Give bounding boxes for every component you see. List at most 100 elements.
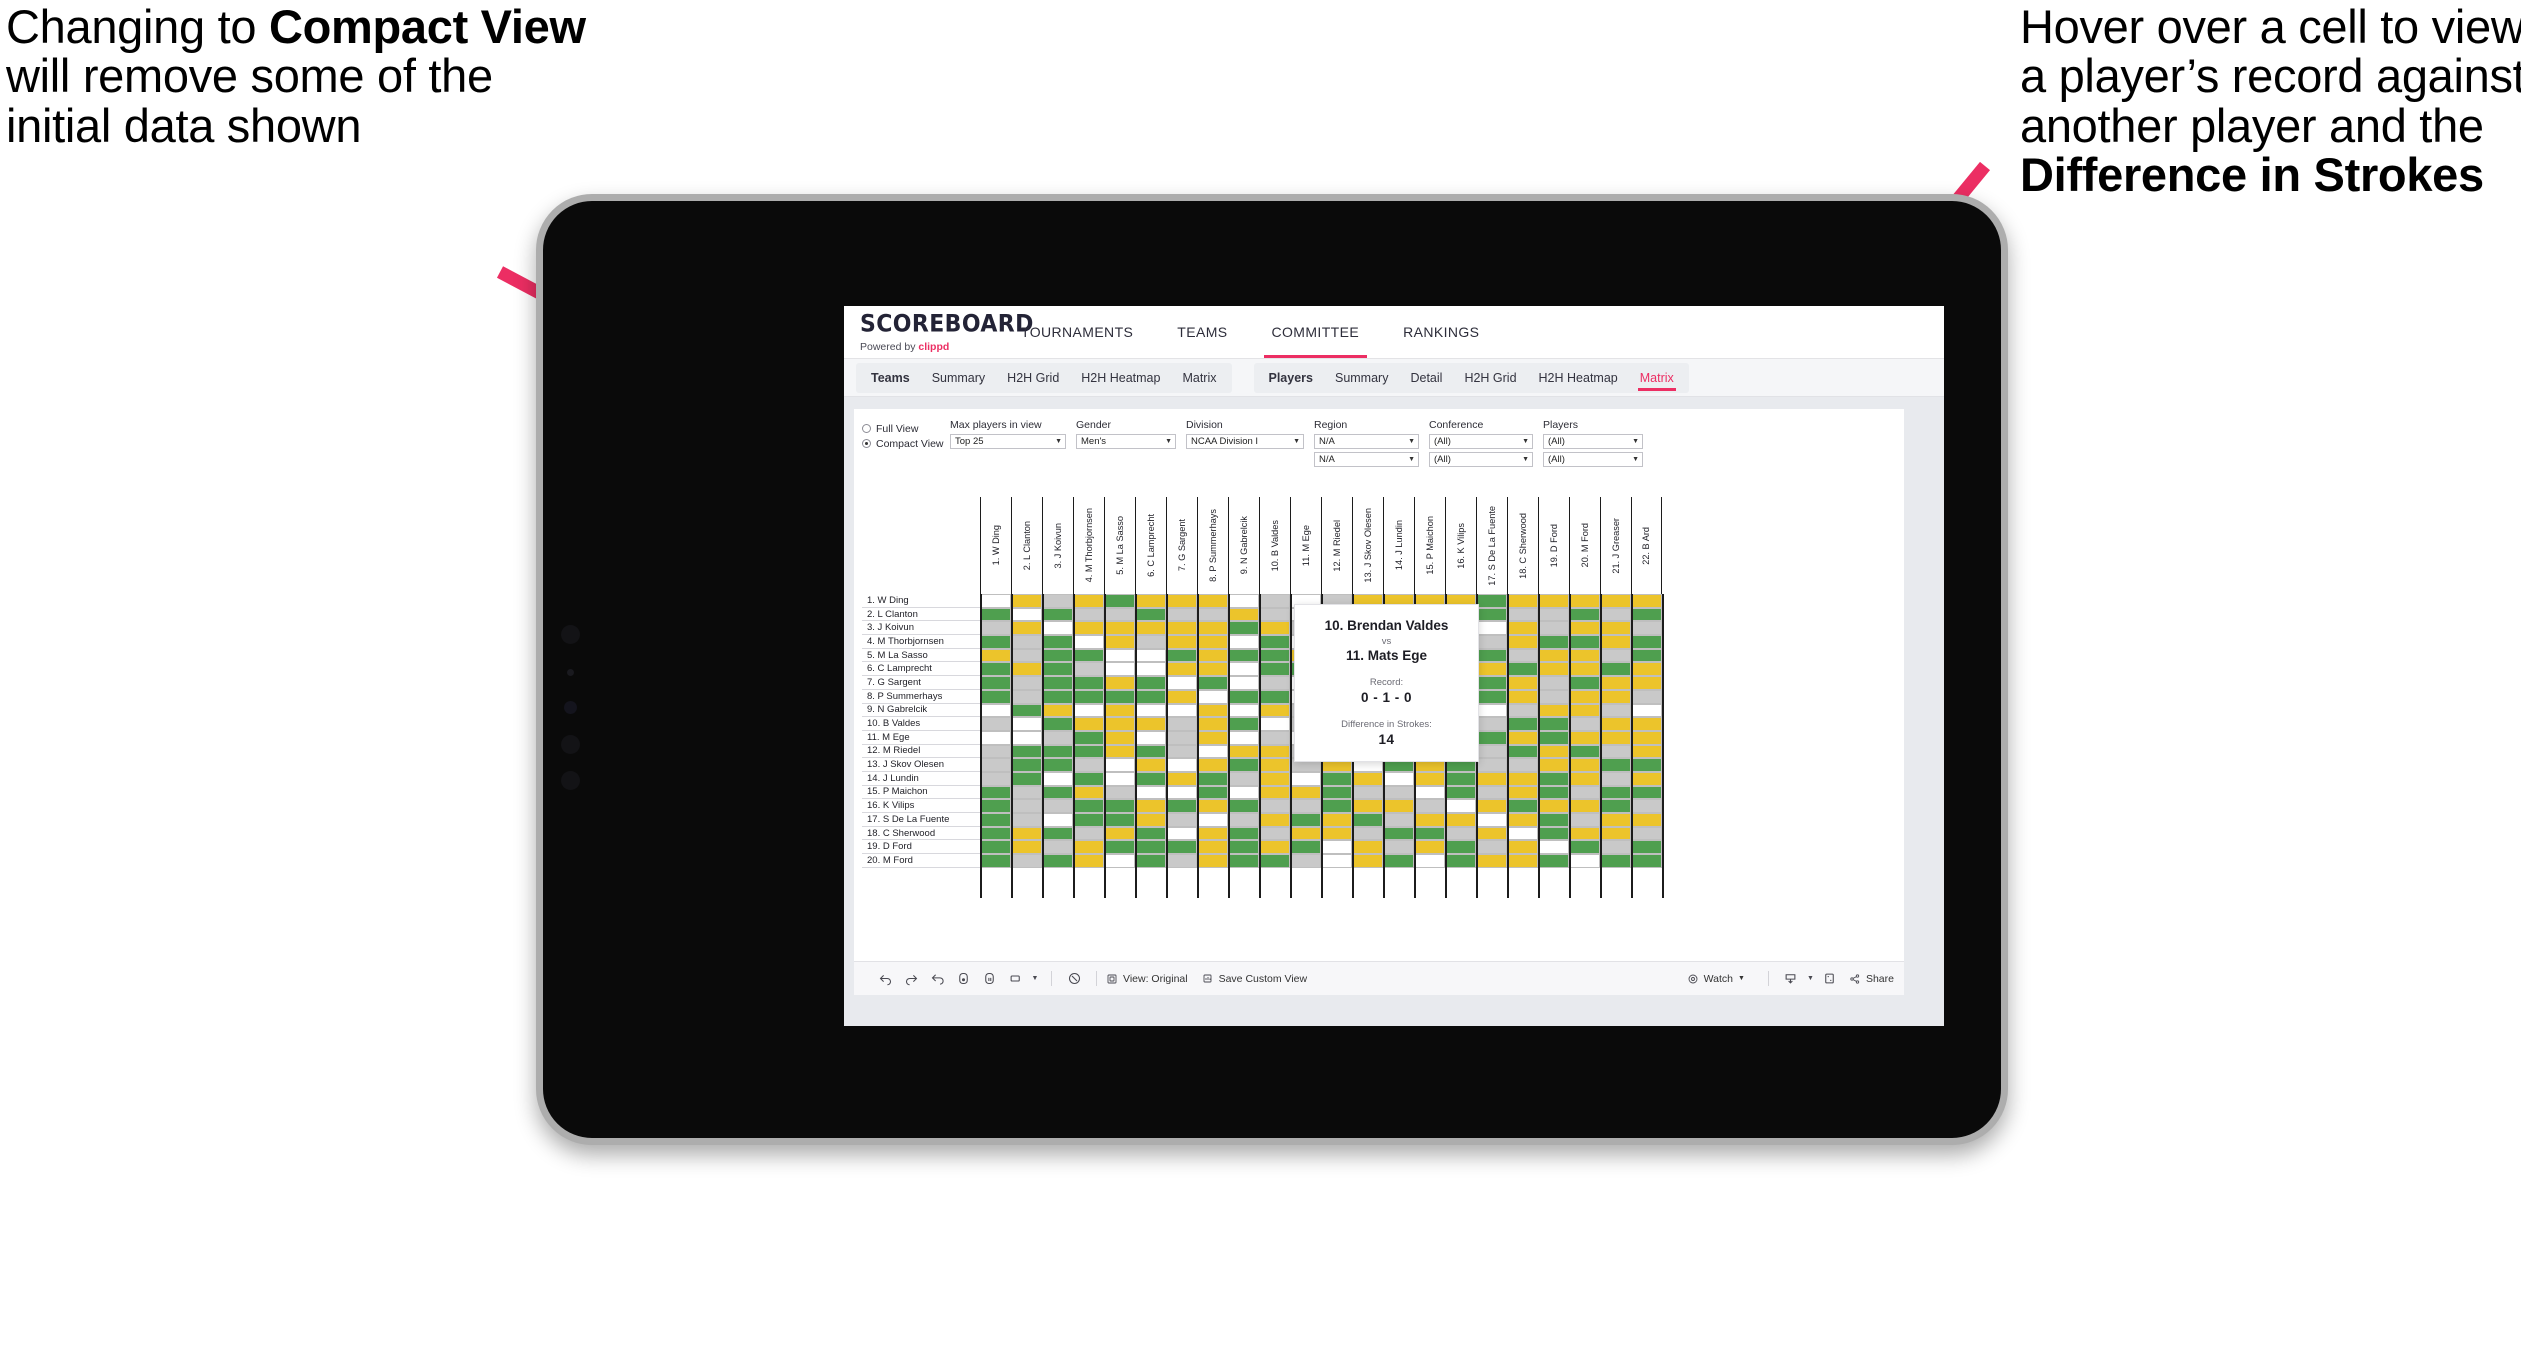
matrix-cell[interactable] [1631, 635, 1662, 649]
matrix-cell[interactable] [1538, 785, 1569, 800]
matrix-cell[interactable] [1538, 607, 1569, 622]
matrix-cell[interactable] [1228, 676, 1259, 690]
matrix-cell[interactable] [1259, 607, 1290, 622]
matrix-cell[interactable] [1197, 813, 1228, 827]
matrix-cell[interactable] [1507, 785, 1538, 800]
matrix-cell[interactable] [1042, 840, 1073, 855]
matrix-cell[interactable] [1507, 813, 1538, 827]
matrix-cell[interactable] [1600, 771, 1631, 786]
matrix-cell[interactable] [1011, 648, 1042, 663]
matrix-cell[interactable] [1476, 676, 1507, 690]
subnav-players-summary[interactable]: Summary [1324, 363, 1399, 393]
matrix-cell[interactable] [1631, 594, 1662, 608]
matrix-cell[interactable] [1104, 826, 1135, 841]
matrix-cell[interactable] [1166, 662, 1197, 677]
matrix-cell[interactable] [1538, 730, 1569, 745]
matrix-cell[interactable] [1166, 689, 1197, 704]
matrix-cell[interactable] [1600, 676, 1631, 690]
matrix-cell[interactable] [980, 785, 1011, 800]
matrix-cell[interactable] [1569, 826, 1600, 841]
matrix-cell[interactable] [980, 826, 1011, 841]
matrix-cell[interactable] [1631, 717, 1662, 731]
matrix-cell[interactable] [1290, 771, 1321, 786]
matrix-cell[interactable] [1507, 703, 1538, 718]
matrix-cell[interactable] [1228, 785, 1259, 800]
matrix-cell[interactable] [1166, 813, 1197, 827]
matrix-cell[interactable] [1104, 662, 1135, 677]
matrix-cell[interactable] [1259, 785, 1290, 800]
matrix-cell[interactable] [1507, 730, 1538, 745]
matrix-cell[interactable] [1073, 607, 1104, 622]
matrix-cell[interactable] [1414, 785, 1445, 800]
matrix-cell[interactable] [1445, 771, 1476, 786]
matrix-cell[interactable] [1507, 662, 1538, 677]
matrix-cell[interactable] [1631, 648, 1662, 663]
matrix-cell[interactable] [1042, 854, 1073, 868]
matrix-cell[interactable] [1197, 785, 1228, 800]
matrix-cell[interactable] [1197, 730, 1228, 745]
matrix-cell[interactable] [1228, 730, 1259, 745]
matrix-cell[interactable] [1631, 662, 1662, 677]
matrix-cell[interactable] [1538, 813, 1569, 827]
matrix-cell[interactable] [1476, 648, 1507, 663]
matrix-cell[interactable] [1042, 648, 1073, 663]
swap-icon[interactable] [1002, 966, 1028, 992]
matrix-cell[interactable] [1166, 594, 1197, 608]
matrix-cell[interactable] [1476, 635, 1507, 649]
matrix-cell[interactable] [1073, 621, 1104, 636]
matrix-cell[interactable] [1135, 689, 1166, 704]
matrix-cell[interactable] [1631, 703, 1662, 718]
matrix-cell[interactable] [1476, 594, 1507, 608]
matrix-cell[interactable] [1569, 717, 1600, 731]
matrix-cell[interactable] [1166, 854, 1197, 868]
revert-icon[interactable] [924, 966, 950, 992]
fullscreen-icon[interactable] [1817, 966, 1843, 992]
matrix-cell[interactable] [1321, 813, 1352, 827]
matrix-cell[interactable] [1476, 607, 1507, 622]
matrix-cell[interactable] [1042, 703, 1073, 718]
subnav-players-h2h-grid[interactable]: H2H Grid [1453, 363, 1527, 393]
matrix-cell[interactable] [1135, 771, 1166, 786]
matrix-cell[interactable] [1600, 717, 1631, 731]
matrix-cell[interactable] [1011, 771, 1042, 786]
matrix-cell[interactable] [1166, 703, 1197, 718]
matrix-cell[interactable] [1631, 785, 1662, 800]
matrix-cell[interactable] [1600, 607, 1631, 622]
matrix-cell[interactable] [1259, 662, 1290, 677]
matrix-cell[interactable] [1600, 785, 1631, 800]
matrix-cell[interactable] [980, 717, 1011, 731]
matrix-cell[interactable] [1073, 826, 1104, 841]
matrix-cell[interactable] [1197, 662, 1228, 677]
save-custom-view-button[interactable]: Save Custom View [1202, 973, 1307, 985]
matrix-cell[interactable] [1507, 758, 1538, 772]
matrix-cell[interactable] [1197, 689, 1228, 704]
matrix-cell[interactable] [1259, 689, 1290, 704]
matrix-cell[interactable] [1600, 854, 1631, 868]
matrix-cell[interactable] [1507, 621, 1538, 636]
matrix-cell[interactable] [1352, 799, 1383, 813]
matrix-cell[interactable] [1569, 662, 1600, 677]
matrix-cell[interactable] [1538, 758, 1569, 772]
matrix-cell[interactable] [1228, 854, 1259, 868]
brand-logo[interactable]: SCOREBOARD Powered by clippd [844, 306, 1033, 358]
matrix-cell[interactable] [1538, 703, 1569, 718]
matrix-cell[interactable] [1228, 717, 1259, 731]
matrix-cell[interactable] [980, 730, 1011, 745]
matrix-cell[interactable] [1104, 648, 1135, 663]
matrix-cell[interactable] [1011, 730, 1042, 745]
matrix-cell[interactable] [1383, 826, 1414, 841]
matrix-cell[interactable] [1073, 744, 1104, 759]
matrix-cell[interactable] [1135, 826, 1166, 841]
matrix-cell[interactable] [1228, 594, 1259, 608]
help-icon[interactable] [1061, 966, 1087, 992]
matrix-cell[interactable] [1569, 594, 1600, 608]
matrix-cell[interactable] [1042, 799, 1073, 813]
matrix-cell[interactable] [1104, 607, 1135, 622]
matrix-cell[interactable] [1166, 730, 1197, 745]
matrix-cell[interactable] [1476, 730, 1507, 745]
matrix-cell[interactable] [1352, 840, 1383, 855]
matrix-cell[interactable] [1042, 594, 1073, 608]
matrix-cell[interactable] [1538, 662, 1569, 677]
matrix-cell[interactable] [1538, 854, 1569, 868]
matrix-cell[interactable] [1011, 689, 1042, 704]
